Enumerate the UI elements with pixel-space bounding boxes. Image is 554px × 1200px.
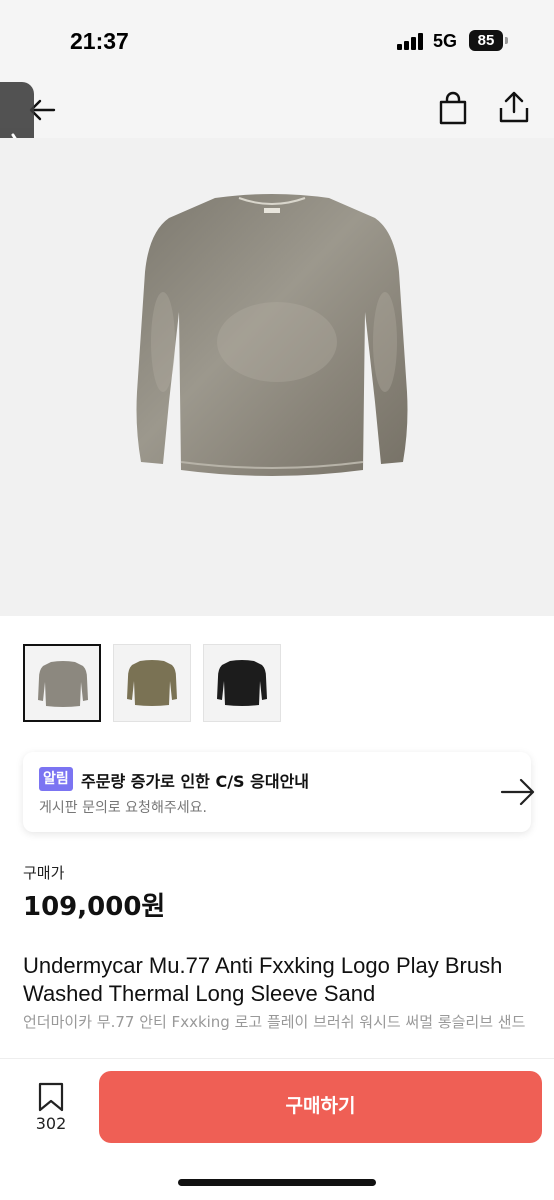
- thumbnail-black[interactable]: [203, 644, 281, 722]
- price-value: 109,000원: [23, 892, 166, 922]
- buy-button[interactable]: 구매하기: [99, 1071, 542, 1143]
- shopping-bag-icon[interactable]: [437, 91, 469, 125]
- notice-subtitle: 게시판 문의로 요청해주세요.: [39, 800, 207, 816]
- notice-title: 주문량 증가로 인한 C/S 응대안내: [81, 772, 310, 791]
- bookmark-icon[interactable]: [37, 1082, 65, 1112]
- product-title: Undermycar Mu.77 Anti Fxxking Logo Play …: [23, 953, 503, 1006]
- thumbnail-gray[interactable]: [23, 644, 101, 722]
- sweatshirt-thumbnail: [127, 660, 177, 706]
- thumbnail-olive[interactable]: [113, 644, 191, 722]
- signal-icon: [397, 33, 427, 50]
- status-time: 21:37: [70, 28, 129, 54]
- product-image[interactable]: [0, 138, 554, 616]
- notice-card[interactable]: 알림 주문량 증가로 인한 C/S 응대안내 게시판 문의로 요청해주세요.: [23, 752, 535, 832]
- share-icon[interactable]: [497, 90, 531, 124]
- sweatshirt-thumbnail: [38, 661, 88, 707]
- sweatshirt-image: [136, 194, 408, 476]
- status-bar: 21:37 5G 85: [0, 0, 554, 82]
- nav-bar: [0, 82, 554, 138]
- arrow-right-icon: [500, 778, 535, 806]
- battery-tip: [505, 37, 508, 44]
- notice-badge: 알림: [39, 767, 73, 791]
- battery-icon: 85: [469, 30, 503, 51]
- price-label: 구매가: [23, 864, 65, 882]
- home-indicator: [178, 1179, 376, 1186]
- wish-count: 302: [35, 1114, 67, 1133]
- network-type: 5G: [433, 31, 458, 51]
- product-title-korean: 언더마이카 무.77 안티 Fxxking 로고 플레이 브러쉬 워시드 써멀 …: [23, 1013, 526, 1031]
- sweatshirt-thumbnail: [217, 660, 267, 706]
